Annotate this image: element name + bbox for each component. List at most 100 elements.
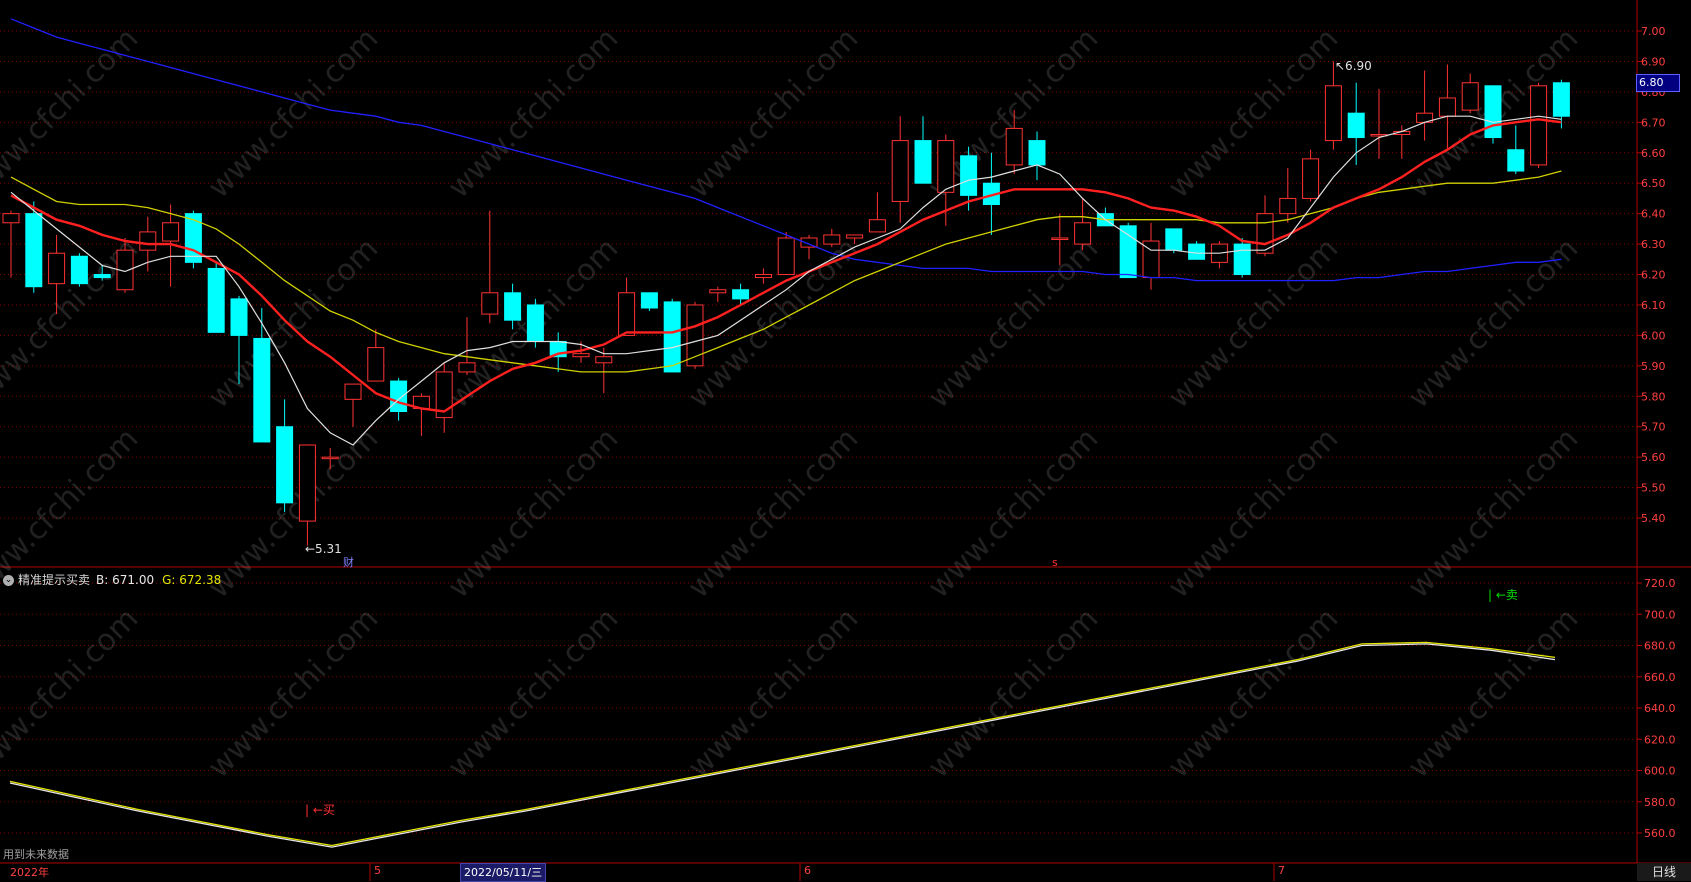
price-tick-label: 5.50 bbox=[1641, 482, 1666, 495]
low-marker: ←5.31 bbox=[305, 542, 342, 556]
price-tick-label: 6.10 bbox=[1641, 299, 1666, 312]
watermark-text: www.cfchi.com bbox=[921, 601, 1105, 785]
price-tick-label: 6.50 bbox=[1641, 177, 1666, 190]
candle-body bbox=[640, 292, 658, 309]
indicator-tick-label: 600.0 bbox=[1644, 765, 1676, 778]
price-tick-label: 5.60 bbox=[1641, 451, 1666, 464]
indicator-b-value: B: 671.00 bbox=[96, 573, 155, 587]
candle bbox=[1028, 131, 1046, 181]
candle bbox=[709, 286, 727, 302]
candle-body bbox=[1461, 82, 1479, 111]
candle bbox=[868, 192, 886, 233]
candle-body bbox=[618, 292, 636, 336]
candle-body bbox=[1188, 243, 1206, 260]
date-label-july: 7 bbox=[1278, 864, 1285, 877]
candle-body bbox=[595, 356, 613, 364]
candle bbox=[823, 228, 841, 248]
indicator-tick-label: 620.0 bbox=[1644, 733, 1676, 746]
indicator-tick-label: 660.0 bbox=[1644, 671, 1676, 684]
candle-body bbox=[1552, 82, 1570, 117]
price-tick-label: 6.90 bbox=[1641, 55, 1666, 68]
watermark-text: www.cfchi.com bbox=[1401, 231, 1585, 415]
candle bbox=[344, 383, 362, 427]
watermark-text: www.cfchi.com bbox=[921, 421, 1105, 605]
candle-body bbox=[754, 274, 772, 279]
candle-body bbox=[481, 292, 499, 315]
candle-body bbox=[937, 140, 955, 193]
watermark-text: www.cfchi.com bbox=[441, 21, 625, 205]
candle-body bbox=[1233, 243, 1251, 276]
candle bbox=[640, 292, 658, 312]
candle-body bbox=[526, 304, 544, 342]
candle-body bbox=[914, 140, 932, 184]
candle-body bbox=[1119, 225, 1137, 279]
candle bbox=[1233, 237, 1251, 278]
price-tick-label: 5.80 bbox=[1641, 390, 1666, 403]
watermark-text: www.cfchi.com bbox=[441, 601, 625, 785]
candle-body bbox=[48, 252, 66, 285]
watermark-text: www.cfchi.com bbox=[681, 21, 865, 205]
candle bbox=[1530, 82, 1548, 168]
buy-signal: | ←买 bbox=[305, 803, 335, 817]
candle-body bbox=[709, 289, 727, 294]
candle-body bbox=[1074, 222, 1092, 245]
candle-body bbox=[732, 289, 750, 300]
candle-body bbox=[1028, 140, 1046, 166]
candle bbox=[1279, 167, 1297, 223]
watermark-text: www.cfchi.com bbox=[0, 601, 145, 785]
finance-marker: 财 bbox=[343, 555, 354, 569]
candle bbox=[754, 268, 772, 284]
date-label-may: 5 bbox=[374, 864, 381, 877]
indicator-header: ⌄ 精准提示买卖 B: 671.00 G: 672.38 bbox=[3, 571, 221, 588]
candle-body bbox=[1530, 85, 1548, 166]
candle bbox=[914, 116, 932, 184]
candle-body bbox=[70, 255, 88, 285]
price-tick-label: 7.00 bbox=[1641, 25, 1666, 38]
candle-body bbox=[230, 298, 248, 336]
candle-body bbox=[504, 292, 522, 321]
candle bbox=[1416, 70, 1434, 141]
candle bbox=[1507, 125, 1525, 175]
indicator-toggle-icon[interactable]: ⌄ bbox=[3, 575, 14, 586]
candle-body bbox=[93, 274, 111, 279]
candle bbox=[1324, 61, 1342, 150]
stock-chart[interactable]: 7.00 6.90 6.80 6.70 6.60 6.50 6.40 6.30 6.20 6.10… bbox=[0, 0, 1691, 881]
watermark-text: www.cfchi.com bbox=[1401, 601, 1585, 785]
candle bbox=[435, 362, 453, 433]
watermark-text: www.cfchi.com bbox=[681, 421, 865, 605]
candle-body bbox=[321, 456, 339, 460]
indicator-name[interactable]: 精准提示买卖 bbox=[18, 573, 90, 587]
candle bbox=[595, 347, 613, 394]
candle-body bbox=[1347, 112, 1365, 139]
watermark-text: www.cfchi.com bbox=[1161, 601, 1345, 785]
candle-body bbox=[1279, 197, 1297, 215]
candle bbox=[367, 329, 385, 382]
candle-body bbox=[184, 213, 202, 263]
watermark-text: www.cfchi.com bbox=[441, 421, 625, 605]
high-marker: ↖6.90 bbox=[1335, 59, 1372, 73]
candle bbox=[1142, 222, 1160, 290]
candle-body bbox=[1507, 149, 1525, 172]
s-marker: s bbox=[1052, 556, 1058, 569]
watermark-text: www.cfchi.com bbox=[0, 21, 145, 205]
candle bbox=[618, 277, 636, 336]
candle bbox=[412, 393, 430, 436]
price-tick-label: 6.30 bbox=[1641, 238, 1666, 251]
price-tick-label: 5.40 bbox=[1641, 512, 1666, 525]
period-button[interactable]: 日线 bbox=[1637, 863, 1691, 881]
candle-body bbox=[1302, 158, 1320, 199]
candle bbox=[777, 231, 795, 276]
watermark-text: www.cfchi.com bbox=[201, 601, 385, 785]
indicator-g-value: G: 672.38 bbox=[162, 573, 222, 587]
sell-signal: | ←卖 bbox=[1488, 588, 1518, 602]
candle bbox=[1393, 125, 1411, 159]
candle bbox=[1210, 241, 1228, 269]
candle bbox=[207, 262, 225, 333]
indicator-tick-label: 560.0 bbox=[1644, 827, 1676, 840]
indicator-tick-label: 640.0 bbox=[1644, 702, 1676, 715]
watermark-text: www.cfchi.com bbox=[201, 421, 385, 605]
candle-body bbox=[1051, 237, 1069, 240]
date-axis: 2022年 5 2022/05/11/三 6 7 bbox=[0, 863, 1637, 882]
watermark-text: www.cfchi.com bbox=[1401, 421, 1585, 605]
candle bbox=[891, 116, 909, 223]
